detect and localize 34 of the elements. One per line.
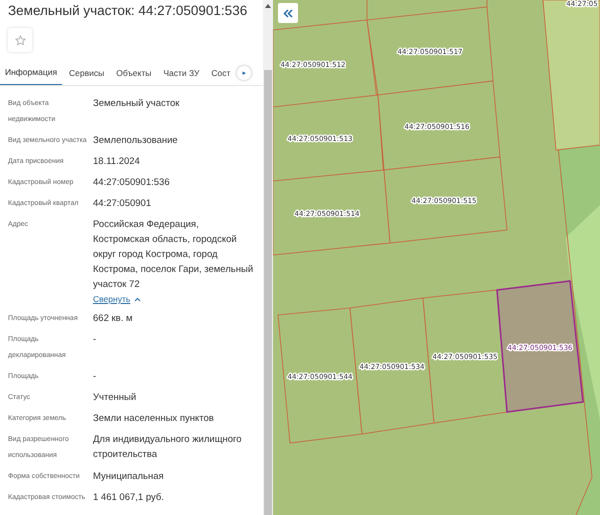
land-parcel[interactable]	[384, 156, 508, 244]
property-value: 662 кв. м	[93, 312, 133, 326]
collapse-panel-button[interactable]	[278, 3, 298, 23]
chevron-up-icon	[134, 296, 142, 302]
property-value: Земли населенных пунктов	[93, 412, 214, 426]
scrollbar-thumb[interactable]	[264, 70, 272, 515]
scroll-up-icon[interactable]	[264, 3, 272, 9]
property-value: -	[93, 370, 96, 384]
property-value: 1 461 067,1 руб.	[93, 491, 164, 505]
land-parcel[interactable]	[366, 6, 494, 96]
tab[interactable]: Сервисы	[64, 62, 110, 84]
property-value: Российская Федерация, Костромская область, городской округ город Кострома, город Кострома, поселок Гари, земельный участок 72	[93, 218, 254, 292]
scrollbar[interactable]	[263, 0, 273, 515]
land-parcel[interactable]	[273, 170, 390, 256]
tab[interactable]: Сост	[206, 62, 236, 84]
tab[interactable]: Части ЗУ	[158, 62, 204, 84]
land-parcel[interactable]	[422, 290, 508, 424]
property-value: 18.11.2024	[93, 155, 140, 169]
parcel-title: Земельный участок: 44:27:050901:536	[8, 3, 248, 18]
property-value: Землепользование	[93, 134, 178, 148]
tab[interactable]: Объекты	[111, 62, 156, 84]
land-parcel[interactable]	[378, 80, 500, 170]
property-value: Земельный участок	[93, 97, 180, 111]
collapse-link[interactable]: Свернуть	[93, 292, 142, 306]
land-parcel[interactable]	[496, 280, 584, 413]
property-value: Учтенный	[93, 391, 136, 405]
property-value: Муниципальная	[93, 470, 164, 484]
property-value: -	[93, 333, 96, 347]
property-value: Для индивидуального жилищного строительства	[93, 433, 243, 462]
double-chevron-left-icon	[283, 8, 293, 18]
tab[interactable]: Информация	[0, 62, 62, 85]
property-value: 44:27:050901	[93, 197, 152, 211]
property-value: 44:27:050901:536	[93, 176, 170, 190]
favorite-button[interactable]	[8, 28, 32, 52]
